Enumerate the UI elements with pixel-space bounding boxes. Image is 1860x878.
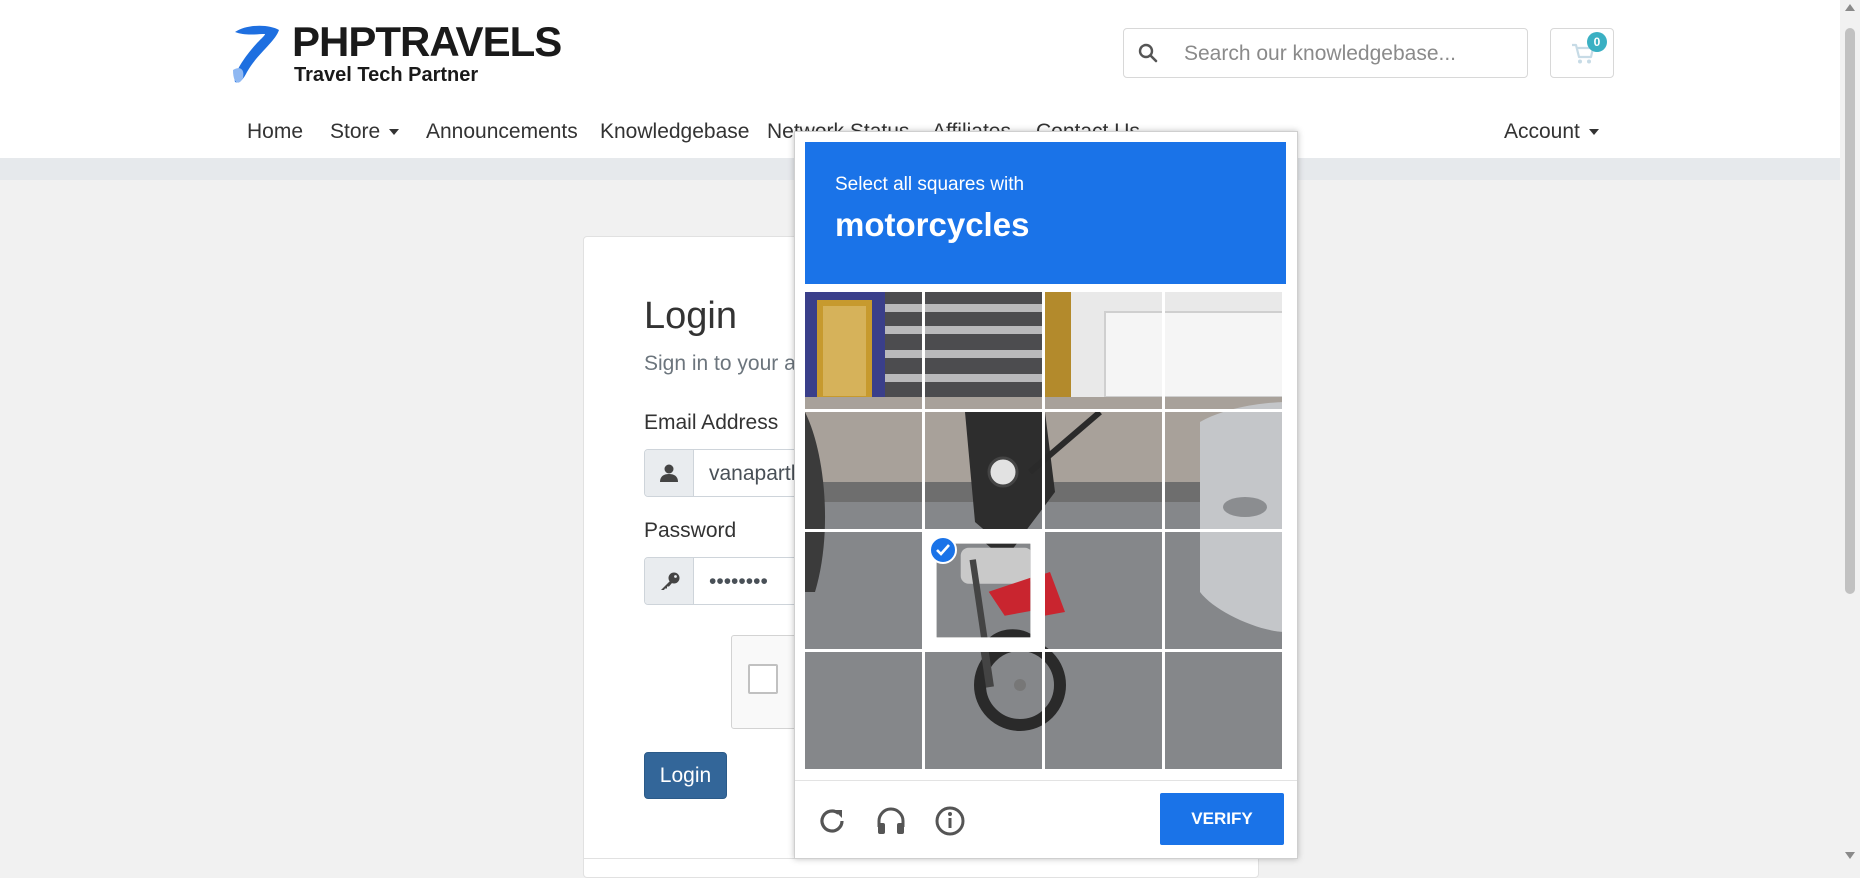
challenge-tile-image xyxy=(1045,532,1162,649)
challenge-tile[interactable] xyxy=(1045,652,1162,769)
challenge-tile-image xyxy=(1165,652,1282,769)
search-input[interactable] xyxy=(1182,29,1516,79)
knowledgebase-search[interactable] xyxy=(1123,28,1528,79)
challenge-tile-image xyxy=(1165,412,1282,529)
key-icon xyxy=(661,572,680,590)
scrollbar-thumb[interactable] xyxy=(1845,28,1855,594)
verify-button[interactable]: VERIFY xyxy=(1160,793,1284,845)
challenge-tile[interactable] xyxy=(1045,412,1162,529)
logo-tagline: Travel Tech Partner xyxy=(294,64,479,86)
page-title: Login xyxy=(644,295,737,337)
challenge-tile[interactable] xyxy=(1165,652,1282,769)
email-label: Email Address xyxy=(644,411,779,434)
headphones-icon[interactable] xyxy=(875,805,907,837)
challenge-tile-image xyxy=(1165,532,1282,649)
nav-announcements[interactable]: Announcements xyxy=(426,120,578,144)
challenge-tile-image xyxy=(805,292,922,409)
phptravels-logo[interactable]: PHPTRAVELS Travel Tech Partner xyxy=(229,18,562,90)
nav-store[interactable]: Store xyxy=(330,120,400,144)
challenge-tile-image xyxy=(805,652,922,769)
page-scrollbar[interactable] xyxy=(1840,0,1860,869)
challenge-tile[interactable] xyxy=(925,532,1042,649)
nav-store-label: Store xyxy=(330,120,381,143)
login-button[interactable]: Login xyxy=(644,752,727,799)
challenge-tile[interactable] xyxy=(925,412,1042,529)
challenge-tile[interactable] xyxy=(805,532,922,649)
challenge-tile[interactable] xyxy=(805,652,922,769)
logo-mark-icon xyxy=(233,25,279,83)
captcha-checkbox[interactable] xyxy=(748,664,778,694)
check-icon xyxy=(929,536,957,564)
nav-knowledgebase[interactable]: Knowledgebase xyxy=(600,120,749,144)
email-addon xyxy=(645,450,694,496)
challenge-tile[interactable] xyxy=(925,652,1042,769)
cart-count-badge: 0 xyxy=(1587,32,1607,52)
chevron-down-icon xyxy=(1588,129,1599,136)
challenge-image-grid xyxy=(805,292,1286,774)
challenge-tile-image xyxy=(925,292,1042,409)
captcha-challenge-popup: Select all squares with motorcycles VERI… xyxy=(794,131,1298,859)
nav-account-label: Account xyxy=(1504,120,1580,143)
challenge-tile-image xyxy=(925,652,1042,769)
challenge-tile-image xyxy=(1045,652,1162,769)
challenge-target: motorcycles xyxy=(835,206,1030,243)
challenge-tile[interactable] xyxy=(1165,292,1282,409)
challenge-tile[interactable] xyxy=(1165,532,1282,649)
challenge-tile-image xyxy=(1165,292,1282,409)
nav-account[interactable]: Account xyxy=(1504,120,1599,144)
info-icon[interactable] xyxy=(934,805,966,837)
chevron-down-icon xyxy=(389,129,400,136)
reload-icon[interactable] xyxy=(816,805,848,837)
password-label: Password xyxy=(644,519,737,542)
challenge-tile[interactable] xyxy=(805,412,922,529)
challenge-tile[interactable] xyxy=(805,292,922,409)
challenge-tile-image xyxy=(1045,292,1162,409)
challenge-tile-image xyxy=(925,412,1042,529)
scroll-up-arrow-icon[interactable] xyxy=(1845,4,1855,11)
scroll-down-arrow-icon[interactable] xyxy=(1845,852,1855,859)
cart-button[interactable]: 0 xyxy=(1550,28,1614,78)
password-value: •••••••• xyxy=(709,570,768,593)
email-value: vanaparthi xyxy=(709,462,808,485)
challenge-tile-image xyxy=(805,412,922,529)
search-icon xyxy=(1138,43,1158,63)
nav-home[interactable]: Home xyxy=(247,120,303,144)
challenge-tile[interactable] xyxy=(925,292,1042,409)
challenge-tile[interactable] xyxy=(1165,412,1282,529)
challenge-instruction: Select all squares with xyxy=(835,174,1025,195)
password-addon xyxy=(645,558,694,604)
challenge-tile[interactable] xyxy=(1045,532,1162,649)
challenge-header: Select all squares with motorcycles xyxy=(805,142,1286,284)
user-icon xyxy=(660,464,678,482)
challenge-footer: VERIFY xyxy=(795,780,1297,859)
logo-name: PHPTRAVELS xyxy=(292,18,562,65)
challenge-tile-image xyxy=(805,532,922,649)
challenge-tile[interactable] xyxy=(1045,292,1162,409)
challenge-tile-image xyxy=(1045,412,1162,529)
